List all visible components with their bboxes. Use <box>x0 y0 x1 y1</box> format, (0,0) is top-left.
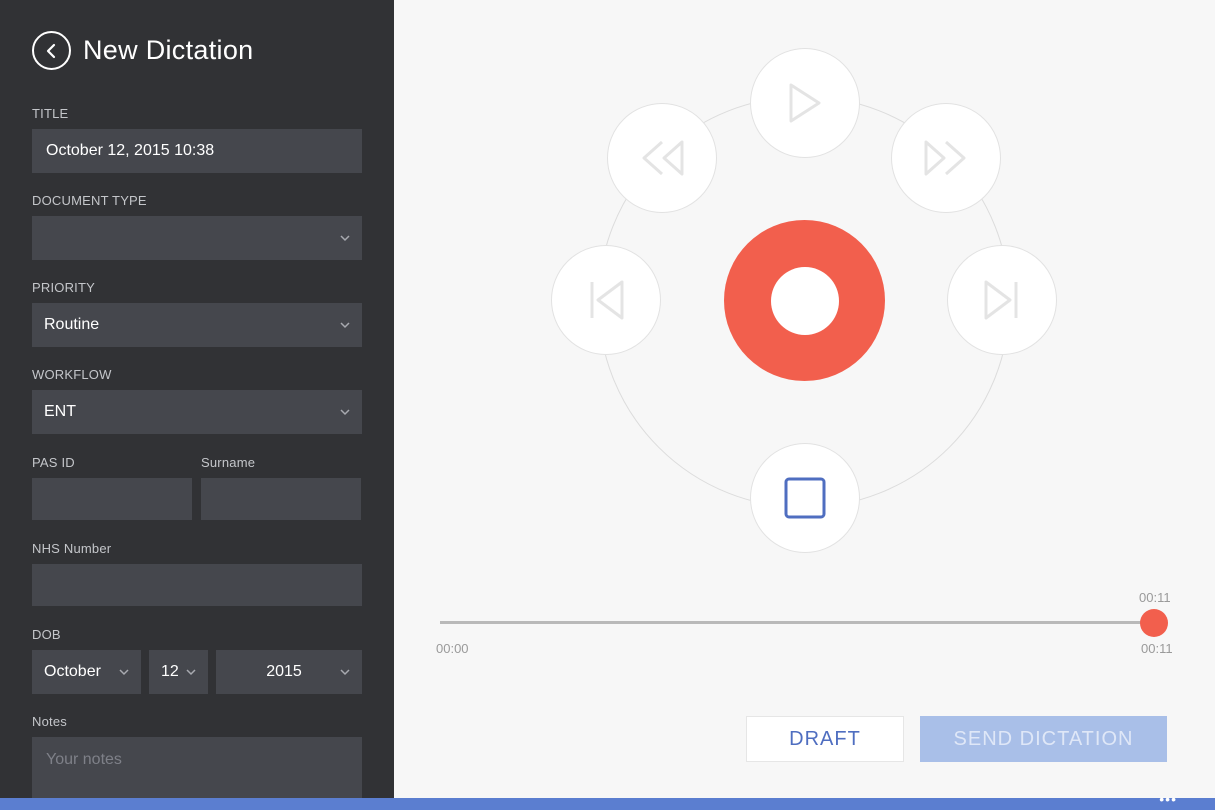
notes-placeholder: Your notes <box>46 751 122 768</box>
dob-year-value: 2015 <box>266 663 302 680</box>
record-button[interactable] <box>724 220 885 381</box>
time-current: 00:11 <box>1139 590 1171 605</box>
nhs-number-label: NHS Number <box>32 541 112 556</box>
title-label: TITLE <box>32 106 69 121</box>
doctype-label: DOCUMENT TYPE <box>32 193 147 208</box>
chevron-down-icon <box>186 669 196 676</box>
notes-label: Notes <box>32 714 67 729</box>
dob-label: DOB <box>32 627 61 642</box>
chevron-down-icon <box>119 669 129 676</box>
fast-forward-button[interactable] <box>891 103 1001 213</box>
workflow-value: ENT <box>44 403 76 420</box>
play-button[interactable] <box>750 48 860 158</box>
progress-track[interactable] <box>440 621 1154 624</box>
surname-input[interactable] <box>201 478 361 520</box>
progress-knob[interactable] <box>1140 609 1168 637</box>
header: New Dictation <box>32 31 253 70</box>
record-dot-icon <box>770 266 839 335</box>
chevron-down-icon <box>340 322 350 329</box>
sidebar: New Dictation TITLE October 12, 2015 10:… <box>0 0 394 807</box>
time-start: 00:00 <box>436 641 469 656</box>
pas-id-input[interactable] <box>32 478 192 520</box>
priority-label: PRIORITY <box>32 280 95 295</box>
app-bar: ••• <box>0 792 1215 810</box>
surname-label: Surname <box>201 455 256 470</box>
dob-month-select[interactable]: October <box>32 650 141 694</box>
chevron-down-icon <box>340 409 350 416</box>
nhs-number-input[interactable] <box>32 564 362 606</box>
skip-back-button[interactable] <box>551 245 661 355</box>
dob-year-select[interactable]: 2015 <box>216 650 362 694</box>
doctype-select[interactable] <box>32 216 362 260</box>
page-title: New Dictation <box>83 35 254 65</box>
skip-forward-button[interactable] <box>947 245 1057 355</box>
dob-month-value: October <box>44 663 101 680</box>
workflow-select[interactable]: ENT <box>32 390 362 434</box>
chevron-left-icon <box>46 43 55 58</box>
stop-button[interactable] <box>750 443 860 553</box>
time-end: 00:11 <box>1141 641 1173 656</box>
dob-day-select[interactable]: 12 <box>149 650 208 694</box>
skip-back-icon <box>590 280 624 320</box>
title-value: October 12, 2015 10:38 <box>46 142 215 159</box>
priority-value: Routine <box>44 316 100 333</box>
draft-button[interactable]: DRAFT <box>746 716 904 762</box>
rewind-button[interactable] <box>607 103 717 213</box>
dob-day-value: 12 <box>161 663 179 680</box>
rewind-icon <box>642 140 684 176</box>
priority-select[interactable]: Routine <box>32 303 362 347</box>
play-icon <box>789 83 821 123</box>
back-button[interactable] <box>32 31 71 70</box>
notes-textarea[interactable]: Your notes <box>32 737 362 807</box>
chevron-down-icon <box>340 669 350 676</box>
pas-id-label: PAS ID <box>32 455 75 470</box>
chevron-down-icon <box>340 235 350 242</box>
workflow-label: WORKFLOW <box>32 367 112 382</box>
title-input[interactable]: October 12, 2015 10:38 <box>32 129 362 173</box>
more-icon[interactable]: ••• <box>1159 792 1177 806</box>
fast-forward-icon <box>924 140 966 176</box>
stop-icon <box>784 477 826 519</box>
skip-forward-icon <box>984 280 1018 320</box>
send-dictation-button[interactable]: SEND DICTATION <box>920 716 1167 762</box>
